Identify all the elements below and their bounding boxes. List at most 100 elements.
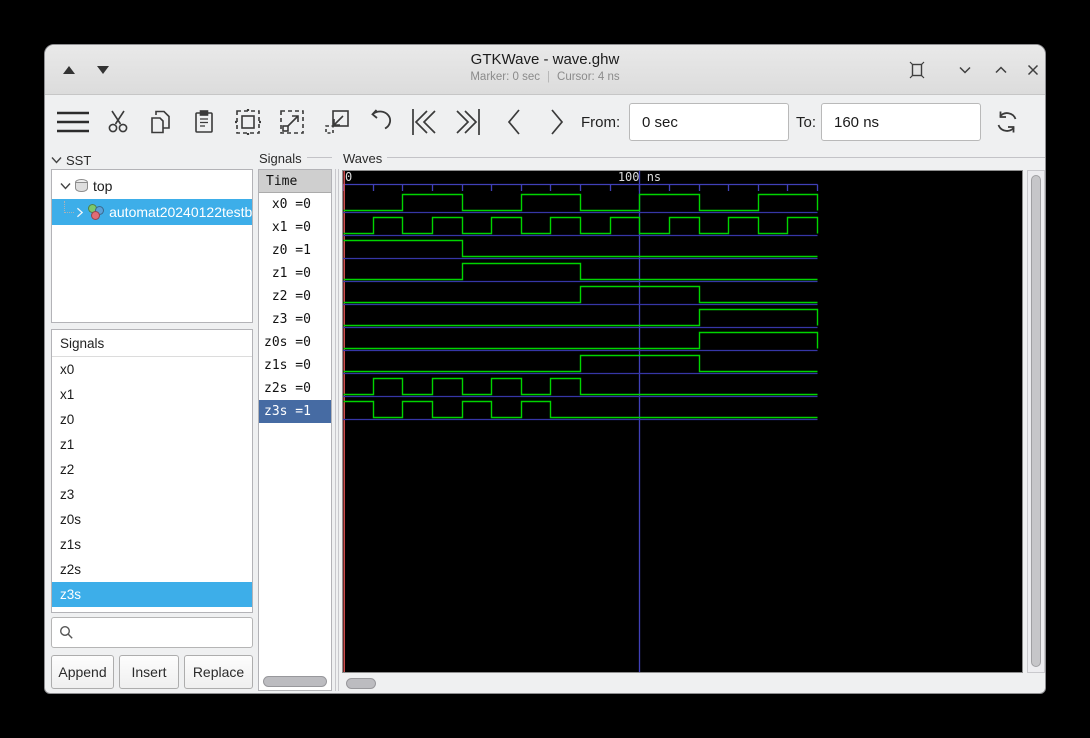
svg-text:0: 0 [345, 171, 352, 184]
zoom-fit-button[interactable] [229, 103, 267, 141]
signal-search[interactable] [51, 617, 253, 648]
value-row[interactable]: z1s =0 [259, 354, 331, 377]
value-row[interactable]: z2s =0 [259, 377, 331, 400]
gtkwave-window: GTKWave - wave.ghw Marker: 0 sec | Cursor:… [44, 44, 1046, 694]
close-button[interactable] [1021, 58, 1045, 82]
window-title: GTKWave - wave.ghw [470, 51, 620, 68]
sst-tree: top automat20240122testbe [51, 169, 253, 323]
waveform-plot: 0 100 ns [342, 170, 819, 672]
zoom-in-button[interactable] [273, 103, 311, 141]
value-row[interactable]: z0s =0 [259, 331, 331, 354]
close-icon [1027, 64, 1039, 76]
value-row[interactable]: x1 =0 [259, 216, 331, 239]
list-item[interactable]: z3 [52, 482, 252, 507]
zoom-out-button[interactable] [318, 103, 356, 141]
list-item[interactable]: z2 [52, 457, 252, 482]
fit-window-button[interactable] [905, 58, 929, 82]
tree-connector [64, 201, 74, 213]
values-hscrollbar-thumb[interactable] [263, 676, 327, 687]
undo-icon [371, 109, 392, 130]
value-row[interactable]: z3s =1 [259, 400, 331, 423]
tree-item-label: automat20240122testbe [109, 204, 252, 220]
reload-icon [997, 111, 1017, 133]
marker-status: Marker: 0 sec [470, 71, 541, 83]
value-row[interactable]: z0 =1 [259, 239, 331, 262]
chevron-down-icon [959, 66, 971, 74]
list-item[interactable]: z1s [52, 532, 252, 557]
pane-splitter[interactable] [335, 169, 339, 691]
values-panel: Time x0 =0 x1 =0 z0 =1 z1 =0 z2 =0 z3 =0… [258, 169, 332, 691]
expander-right-icon[interactable] [76, 207, 84, 218]
minimize-button[interactable] [953, 58, 977, 82]
values-frame-label: Signals [259, 151, 302, 166]
time-header[interactable]: Time [259, 170, 331, 193]
sst-header[interactable]: SST [51, 151, 91, 169]
value-row[interactable]: z3 =0 [259, 308, 331, 331]
list-item[interactable]: x0 [52, 357, 252, 382]
copy-icon [151, 110, 170, 134]
zoom-out-icon [325, 110, 349, 134]
to-input[interactable] [821, 103, 981, 141]
tree-item-testbench[interactable]: automat20240122testbe [52, 199, 252, 225]
append-button[interactable]: Append [51, 655, 114, 689]
list-item[interactable]: z2s [52, 557, 252, 582]
titlebar: GTKWave - wave.ghw Marker: 0 sec | Cursor:… [45, 45, 1045, 95]
search-input[interactable] [74, 618, 252, 647]
paste-button[interactable] [185, 103, 223, 141]
value-row[interactable]: z1 =0 [259, 262, 331, 285]
tree-item-label: top [93, 178, 113, 194]
to-label: To: [796, 114, 817, 131]
reload-button[interactable] [988, 103, 1026, 141]
shift-right-button[interactable] [538, 103, 576, 141]
wave-canvas[interactable]: 0 100 ns [342, 170, 1023, 673]
list-item[interactable]: x1 [52, 382, 252, 407]
list-item[interactable]: z0s [52, 507, 252, 532]
replace-button[interactable]: Replace [184, 655, 253, 689]
svg-text:100 ns: 100 ns [618, 171, 661, 184]
skip-end-icon [456, 109, 480, 135]
waves-vscrollbar-thumb[interactable] [1031, 175, 1041, 667]
list-item[interactable]: z0 [52, 407, 252, 432]
status-separator: | [547, 71, 551, 83]
expander-down-icon [51, 157, 62, 164]
waves-vscrollbar[interactable] [1027, 170, 1045, 673]
entity-icon [88, 204, 105, 220]
from-label: From: [581, 114, 621, 131]
tree-item-top[interactable]: top [52, 173, 252, 199]
cut-button[interactable] [99, 103, 137, 141]
signals-list-header: Signals [52, 330, 252, 357]
frame-line [307, 157, 332, 158]
undo-button[interactable] [361, 103, 399, 141]
sst-label: SST [66, 152, 92, 168]
from-input[interactable] [629, 103, 789, 141]
copy-button[interactable] [142, 103, 180, 141]
shift-left-button[interactable] [495, 103, 533, 141]
hamburger-icon [57, 111, 89, 133]
toolbar: From: To: [45, 95, 1045, 149]
value-row[interactable]: x0 =0 [259, 193, 331, 216]
value-row[interactable]: z2 =0 [259, 285, 331, 308]
frame-line [387, 157, 1045, 158]
skip-start-icon [412, 109, 436, 135]
zoom-in-icon [280, 110, 304, 134]
insert-button[interactable]: Insert [119, 655, 179, 689]
expander-down-icon[interactable] [60, 182, 71, 190]
list-item[interactable]: z3s [52, 582, 252, 607]
chevron-right-icon [551, 109, 564, 135]
search-icon [59, 625, 73, 639]
cursor-status: Cursor: 4 ns [557, 71, 620, 83]
zoom-fit-icon [235, 109, 261, 135]
module-icon [75, 178, 88, 194]
skip-to-end-button[interactable] [449, 103, 487, 141]
waves-frame-label: Waves [343, 151, 383, 166]
waves-hscrollbar-thumb[interactable] [346, 678, 376, 689]
skip-to-start-button[interactable] [405, 103, 443, 141]
chevron-left-icon [507, 109, 520, 135]
status-line: Marker: 0 sec | Cursor: 4 ns [45, 71, 1045, 83]
signals-list: Signals x0 x1 z0 z1 z2 z3 z0s z1s z2s z3s [51, 329, 253, 613]
menu-button[interactable] [54, 103, 92, 141]
list-item[interactable]: z1 [52, 432, 252, 457]
scissors-icon [108, 110, 128, 133]
maximize-button[interactable] [989, 58, 1013, 82]
fit-window-icon [909, 61, 925, 79]
